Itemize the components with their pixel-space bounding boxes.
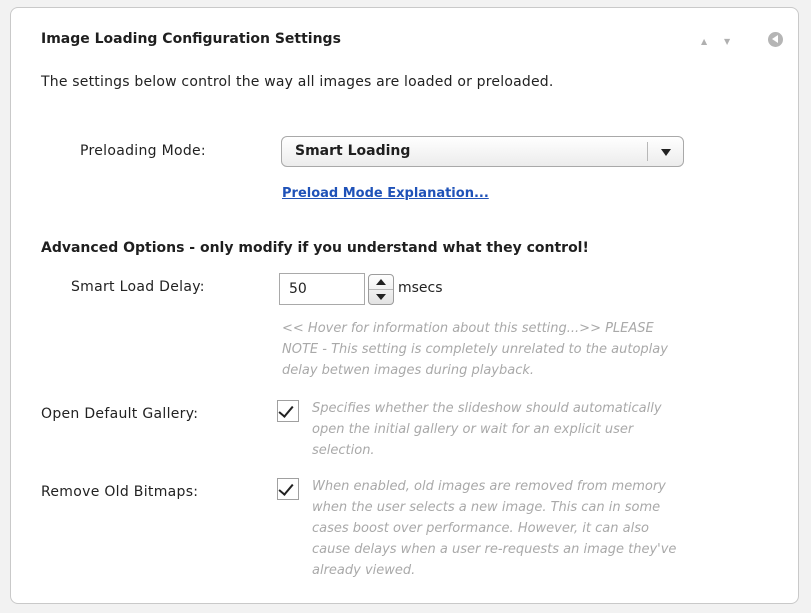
help-line: already viewed.	[312, 563, 416, 578]
help-line: open the initial gallery or wait for an …	[312, 422, 634, 437]
intro-text: The settings below control the way all i…	[41, 74, 554, 90]
delay-unit: msecs	[398, 280, 443, 296]
collapse-icon[interactable]	[768, 32, 783, 47]
remove-old-bitmaps-help: When enabled, old images are removed fro…	[312, 476, 676, 581]
help-line: cases boost over performance. However, i…	[312, 521, 649, 536]
help-line: When enabled, old images are removed fro…	[312, 479, 666, 494]
remove-old-bitmaps-label: Remove Old Bitmaps:	[41, 484, 199, 500]
stepper-up-button[interactable]	[369, 275, 393, 290]
open-default-gallery-checkbox[interactable]	[277, 400, 299, 422]
checkmark-icon	[278, 480, 294, 496]
help-line: Specifies whether the slideshow should a…	[312, 401, 662, 416]
remove-old-bitmaps-checkbox[interactable]	[277, 478, 299, 500]
smart-load-delay-help: << Hover for information about this sett…	[282, 318, 668, 381]
move-up-icon[interactable]: ▲	[701, 38, 707, 46]
help-line: when the user selects a new image. This …	[312, 500, 661, 515]
help-line: selection.	[312, 443, 375, 458]
checkmark-icon	[278, 402, 294, 418]
open-default-gallery-help: Specifies whether the slideshow should a…	[312, 398, 662, 461]
open-default-gallery-label: Open Default Gallery:	[41, 406, 199, 422]
move-down-icon[interactable]: ▼	[724, 38, 730, 46]
preloading-mode-label: Preloading Mode:	[80, 143, 206, 159]
preload-mode-explanation-link[interactable]: Preload Mode Explanation...	[282, 186, 489, 201]
stepper-down-button[interactable]	[369, 290, 393, 304]
help-line: cause delays when a user re-requests an …	[312, 542, 677, 557]
advanced-options-heading: Advanced Options - only modify if you un…	[41, 240, 589, 256]
settings-panel: Image Loading Configuration Settings ▲ ▼…	[10, 7, 799, 604]
smart-load-delay-input[interactable]	[279, 273, 365, 305]
chevron-down-icon	[661, 149, 671, 156]
preloading-mode-select[interactable]: Smart Loading	[281, 136, 684, 167]
arrow-up-icon	[376, 279, 386, 285]
arrow-down-icon	[376, 294, 386, 300]
preloading-mode-value: Smart Loading	[295, 143, 411, 159]
smart-load-delay-label: Smart Load Delay:	[71, 279, 205, 295]
help-line: NOTE - This setting is completely unrela…	[282, 342, 668, 357]
select-divider	[647, 142, 648, 161]
panel-title: Image Loading Configuration Settings	[41, 31, 341, 47]
help-line: << Hover for information about this sett…	[282, 321, 654, 336]
help-line: delay betwen images during playback.	[282, 363, 535, 378]
smart-load-delay-stepper[interactable]	[368, 274, 394, 305]
